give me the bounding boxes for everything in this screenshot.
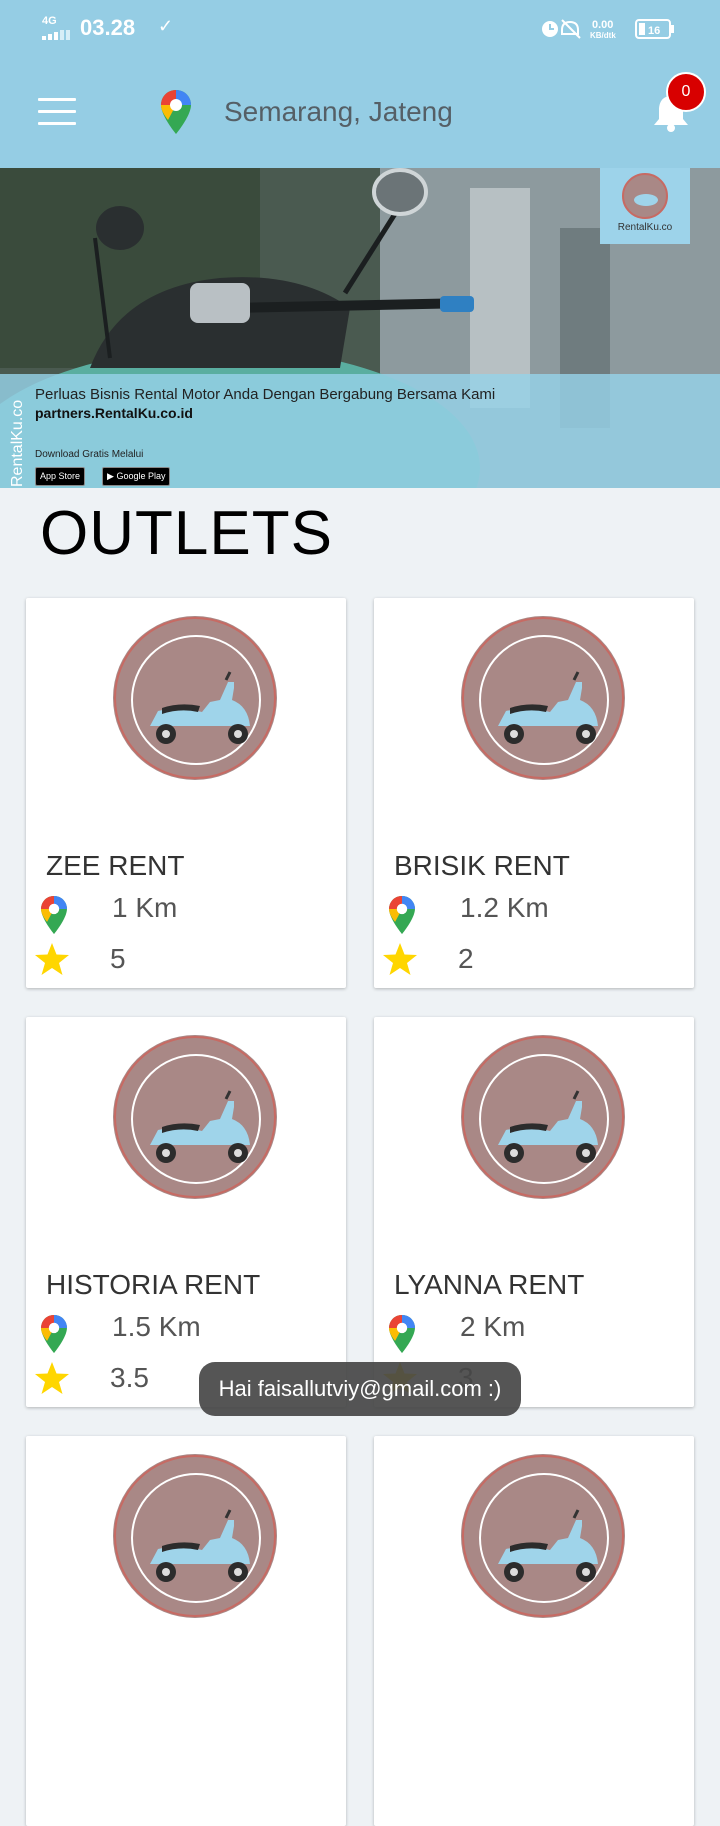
check-icon: ✓ bbox=[158, 16, 174, 36]
outlet-distance: 1.2 Km bbox=[460, 892, 549, 923]
svg-text:KB/dtk: KB/dtk bbox=[590, 31, 616, 40]
promo-banner[interactable]: RentalKu.co RentalKu.co Perluas Bisnis R… bbox=[0, 168, 720, 488]
svg-text:16: 16 bbox=[648, 25, 660, 37]
scooter-logo bbox=[110, 1035, 280, 1210]
outlet-card[interactable] bbox=[26, 1436, 346, 1826]
outlet-card[interactable]: LYANNA RENT 2 Km 3 bbox=[374, 1017, 694, 1407]
outlet-rating: 3.5 bbox=[110, 1362, 149, 1393]
app-store-badge[interactable]: App Store bbox=[35, 467, 86, 486]
scooter-logo bbox=[458, 1454, 628, 1629]
outlet-card[interactable]: ZEE RENT 1 Km 5 bbox=[26, 598, 346, 988]
outlet-rating: 2 bbox=[458, 943, 474, 974]
outlet-name: BRISIK RENT bbox=[394, 850, 570, 881]
star-icon bbox=[382, 942, 418, 981]
status-bar: 4G 03.28 ✓ 0.00 KB/dtk 16 bbox=[0, 0, 720, 56]
play-icon: ▶ bbox=[107, 471, 114, 481]
status-icons: 0.00 KB/dtk 16 bbox=[540, 14, 680, 42]
scooter-logo bbox=[458, 616, 628, 791]
location-pin-icon bbox=[388, 1315, 416, 1358]
menu-icon[interactable] bbox=[38, 98, 76, 126]
rentalku-logo: RentalKu.co bbox=[600, 168, 690, 244]
scooter-logo bbox=[110, 616, 280, 791]
outlet-name: HISTORIA RENT bbox=[46, 1269, 261, 1300]
location-pin-icon bbox=[388, 896, 416, 939]
outlet-distance: 1 Km bbox=[112, 892, 178, 923]
outlet-distance: 2 Km bbox=[460, 1311, 526, 1342]
google-play-badge[interactable]: ▶ Google Play bbox=[102, 467, 171, 486]
svg-text:0.00: 0.00 bbox=[592, 19, 613, 31]
outlet-card[interactable] bbox=[374, 1436, 694, 1826]
location-label[interactable]: Semarang, Jateng bbox=[224, 96, 453, 128]
page-title: OUTLETS bbox=[40, 499, 333, 568]
scooter-logo bbox=[110, 1454, 280, 1629]
outlet-name: LYANNA RENT bbox=[394, 1269, 585, 1300]
banner-link[interactable]: partners.RentalKu.co.id bbox=[35, 405, 193, 421]
clock: 03.28 bbox=[80, 15, 136, 40]
scooter-logo bbox=[458, 1035, 628, 1210]
notification-badge: 0 bbox=[666, 72, 706, 112]
outlet-name: ZEE RENT bbox=[46, 850, 185, 881]
star-icon bbox=[34, 1361, 70, 1400]
outlet-card[interactable]: BRISIK RENT 1.2 Km 2 bbox=[374, 598, 694, 988]
toast-message: Hai faisallutviy@gmail.com :) bbox=[199, 1362, 521, 1416]
app-bar: Semarang, Jateng 0 bbox=[0, 56, 720, 168]
battery-icon: 16 bbox=[635, 19, 674, 39]
outlet-distance: 1.5 Km bbox=[112, 1311, 201, 1342]
outlet-rating: 5 bbox=[110, 943, 126, 974]
star-icon bbox=[34, 942, 70, 981]
banner-vertical-text: RentalKu.co bbox=[9, 399, 26, 487]
banner-text: Perluas Bisnis Rental Motor Anda Dengan … bbox=[35, 386, 496, 403]
mute-bell-icon bbox=[561, 19, 581, 39]
network-type: 4G bbox=[42, 15, 57, 27]
location-pin-icon bbox=[161, 90, 191, 134]
location-pin-icon bbox=[40, 896, 68, 939]
signal-icon bbox=[42, 30, 70, 40]
alarm-icon bbox=[542, 21, 558, 37]
location-pin-icon bbox=[40, 1315, 68, 1358]
outlet-card[interactable]: HISTORIA RENT 1.5 Km 3.5 bbox=[26, 1017, 346, 1407]
banner-download-text: Download Gratis Melalui bbox=[35, 449, 144, 460]
